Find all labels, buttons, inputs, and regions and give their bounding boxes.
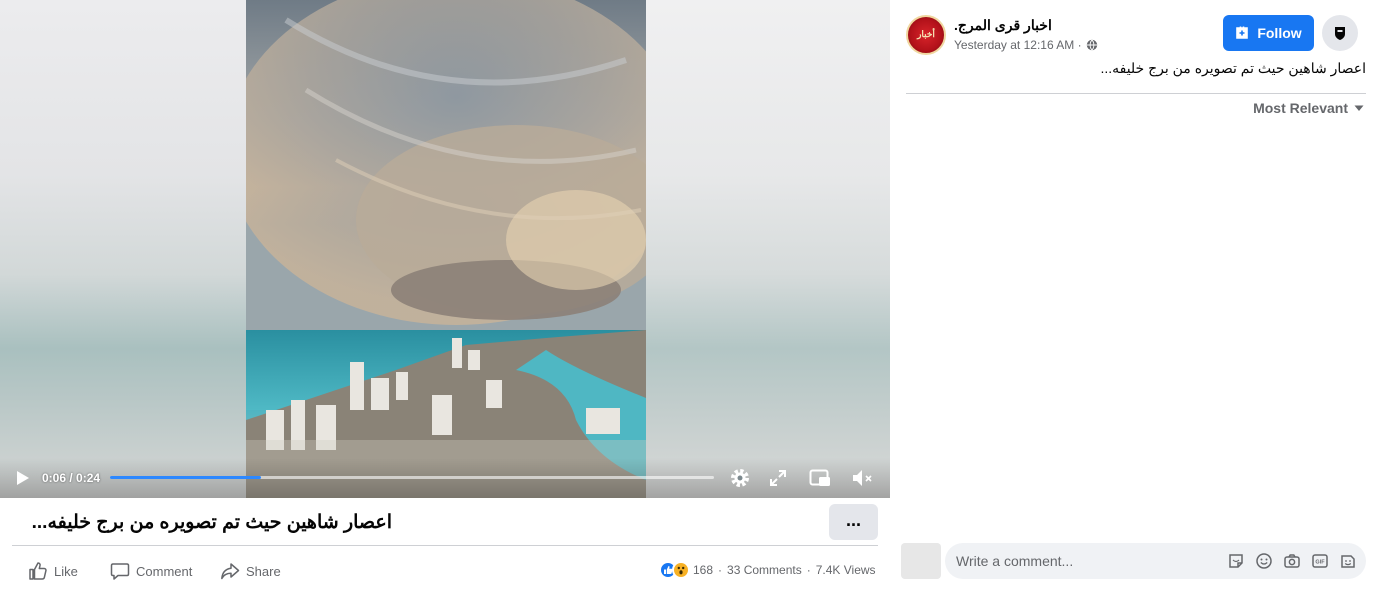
like-label: Like [54, 563, 78, 579]
settings-icon [731, 469, 749, 487]
page-name[interactable]: اخبار قرى المرج. [954, 17, 1052, 34]
avatar-sticker-icon[interactable] [1339, 552, 1357, 570]
sticker-icon[interactable] [1227, 552, 1245, 570]
user-avatar [901, 543, 941, 579]
expand-button[interactable] [766, 466, 790, 490]
reaction-count[interactable]: 168 [693, 563, 713, 577]
view-count: 7.4K Views [815, 563, 876, 577]
storm-city-image [246, 0, 646, 498]
like-icon [29, 562, 47, 580]
caret-down-icon [1354, 105, 1364, 111]
video-controls: 0:06 / 0:24 [0, 458, 890, 498]
sort-label: Most Relevant [1253, 100, 1348, 116]
comment-placeholder: Write a comment... [956, 553, 1074, 569]
wow-reaction-icon[interactable] [672, 561, 690, 579]
mute-button[interactable] [850, 466, 874, 490]
pip-icon [809, 469, 830, 486]
more-options-icon: ... [845, 510, 861, 530]
stats-separator: · [806, 563, 811, 577]
facebook-video-post: 0:06 / 0:24 اعصار شاهين حيث تم تصويره من… [0, 0, 1374, 592]
like-button[interactable]: Like [28, 559, 78, 583]
video-blur-right [646, 0, 890, 498]
svg-text:GIF: GIF [1315, 560, 1325, 566]
comment-input[interactable]: Write a comment... GIF [945, 543, 1366, 579]
video-time: 0:06 / 0:24 [42, 471, 101, 485]
follow-button[interactable]: Follow [1223, 15, 1314, 51]
shield-icon [1335, 27, 1345, 40]
video-progress-fill [110, 476, 261, 479]
share-icon [221, 563, 240, 580]
post-timestamp: Yesterday at 12:16 AM · [954, 38, 1098, 52]
expand-icon [770, 470, 786, 486]
globe-icon [1086, 39, 1097, 51]
post-title: اعصار شاهين حيث تم تصويره من برج خليفه..… [31, 512, 392, 533]
emoji-icon[interactable] [1255, 552, 1273, 570]
comment-sort-dropdown[interactable]: Most Relevant [1253, 100, 1364, 116]
share-label: Share [246, 563, 281, 579]
follow-label: Follow [1257, 25, 1302, 41]
divider [906, 93, 1366, 94]
post-stats: 168 · 33 Comments · 7.4K Views [659, 560, 876, 580]
play-icon [17, 471, 29, 485]
divider [12, 545, 878, 546]
page-avatar[interactable]: أخبار [906, 15, 946, 55]
settings-button[interactable] [728, 466, 752, 490]
more-options-button[interactable]: ... [829, 504, 878, 540]
options-button[interactable] [1322, 15, 1358, 51]
timestamp-text[interactable]: Yesterday at 12:16 AM · [954, 38, 1082, 52]
video-blur-left [0, 0, 246, 498]
share-button[interactable]: Share [220, 559, 281, 583]
video-player[interactable]: 0:06 / 0:24 [0, 0, 890, 498]
comment-icon [110, 563, 130, 580]
mute-icon [853, 470, 872, 486]
picture-in-picture-button[interactable] [808, 466, 832, 490]
avatar-logo-text: أخبار [917, 29, 935, 39]
video-frame[interactable] [246, 0, 646, 498]
follow-icon [1236, 26, 1249, 39]
comment-button[interactable]: Comment [110, 559, 192, 583]
comment-count[interactable]: 33 Comments [727, 563, 802, 577]
comment-label: Comment [136, 563, 193, 579]
post-text: اعصار شاهين حيث تم تصويره من برج خليفه..… [1100, 60, 1366, 76]
play-button[interactable] [12, 468, 32, 488]
video-progress-bar[interactable] [110, 476, 714, 479]
stats-separator: · [718, 563, 723, 577]
gif-icon[interactable]: GIF [1311, 552, 1329, 570]
camera-icon[interactable] [1283, 552, 1301, 570]
